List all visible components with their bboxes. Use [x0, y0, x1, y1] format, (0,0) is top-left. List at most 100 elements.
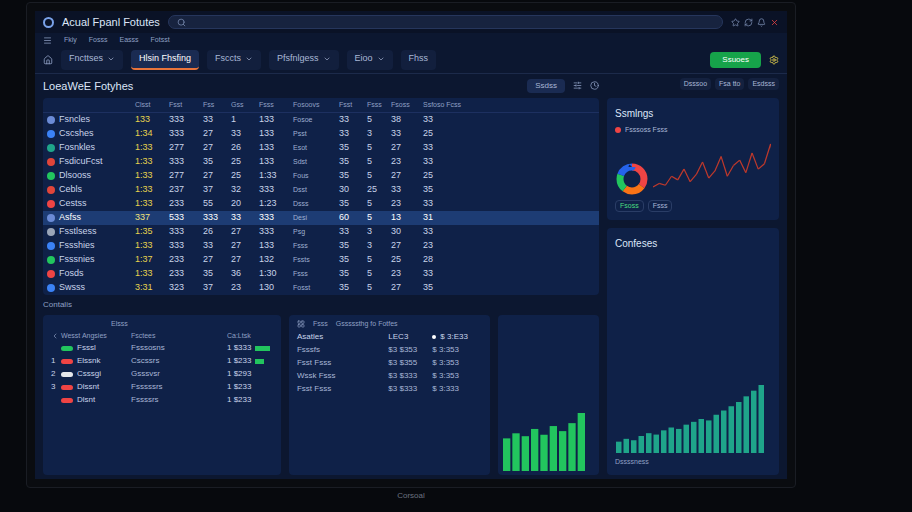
chart-segment [727, 165, 733, 176]
table-cell: 33 [231, 127, 259, 141]
table-cell: 30 [339, 183, 367, 197]
table-cell: 23 [391, 267, 423, 281]
ranking-row[interactable]: 2CsssgiGsssvsr1 $293 [51, 368, 273, 380]
filter-icon[interactable] [573, 81, 582, 90]
column-header[interactable]: Ssfoso Fcss [423, 100, 595, 111]
monitor-bezel: Acual Fpanl FotutesFkiyFosssEasssFotsstF… [26, 2, 796, 488]
chart-chip[interactable]: Fsoss [615, 200, 644, 213]
back-icon[interactable] [51, 332, 59, 340]
level-bar [255, 359, 263, 364]
ranking-row[interactable]: FssslFsssosns1 $333 [51, 342, 273, 354]
summary-row[interactable]: Fsst Fsss$3 $355$ 3:353 [297, 357, 482, 369]
table-cell: 333 [203, 211, 231, 225]
table-cell: 23 [391, 197, 423, 211]
table-row[interactable]: Fsssnies1:372332727132Fssts3552528 [43, 253, 599, 267]
table-row[interactable]: Fsstlsess1:353332627333Psg3333033 [43, 225, 599, 239]
settings-icon[interactable] [769, 55, 779, 65]
column-header[interactable]: Fsss [259, 100, 293, 111]
column-header: Wesst Angsies [61, 331, 131, 342]
table-row[interactable]: Cscshes1:343332733133Psst3333325 [43, 127, 599, 141]
menu-item[interactable]: Easss [120, 35, 139, 46]
home-icon[interactable] [43, 55, 53, 65]
menu-item[interactable]: Fkiy [64, 35, 77, 46]
app-logo-icon [43, 17, 54, 28]
chart-bar [676, 428, 682, 452]
table-cell: Esot [293, 143, 339, 154]
toolbar-button[interactable]: Ssuoes [710, 52, 761, 68]
grid-icon [297, 320, 305, 328]
chart-segment [684, 169, 690, 182]
chart-segment [690, 174, 696, 181]
table-row[interactable]: FsdicuFcst1:333333525133Sdst3552333 [43, 155, 599, 169]
tab[interactable]: Pfsfnlgess [269, 50, 339, 70]
table-row[interactable]: Dlsooss1:3327727251:33Fous3552725 [43, 169, 599, 183]
table-row[interactable]: Swsss3:313233723130Fosst3552735 [43, 281, 599, 295]
ranking-row[interactable]: 1ElssnkCscssrs1 $233 [51, 355, 273, 367]
column-header[interactable]: Fsoss [391, 100, 423, 111]
ranking-row[interactable]: 3DlssntFsssssrs1 $233 [51, 381, 273, 393]
table-cell: 233 [169, 267, 203, 281]
chart-bar [661, 430, 667, 453]
column-header[interactable]: Fsst [339, 100, 367, 111]
donut-chart [615, 162, 649, 196]
tab-bar: Fncttses Hlsin Fhsfing Fsccts Pfsfnlgess Eio… [35, 47, 787, 74]
chart-bar [631, 440, 637, 453]
column-header[interactable]: Fosoovs [293, 100, 339, 111]
table-row[interactable]: Fssshies1:333333327133Fsss3532723 [43, 239, 599, 253]
table-cell: Fssts [293, 255, 339, 266]
summary-row[interactable]: Fsst Fsss$3 $333$ 3:333 [297, 383, 482, 395]
tab[interactable]: Eioo [347, 50, 393, 70]
table-row[interactable]: Asfss33753333333333Desi6051331 [43, 211, 599, 225]
column-header[interactable]: Clsst [135, 100, 169, 111]
table-cell: 5 [367, 253, 391, 267]
table-row[interactable]: Fsncles133333331133Fosoe3353833 [43, 113, 599, 127]
row-icon [47, 256, 55, 264]
table-row[interactable]: Cestss1:3323355201:23Dsss3552333 [43, 197, 599, 211]
level-bar [255, 346, 269, 351]
table-cell: 1:30 [259, 267, 293, 281]
close-icon[interactable] [770, 18, 779, 27]
column-header[interactable]: Fsst [169, 100, 203, 111]
table-row[interactable]: Fosnkles1:332772726133Esot3552733 [43, 141, 599, 155]
summary-row[interactable]: Wssk Fsss$3 $333$ 3:353 [297, 370, 482, 382]
panel-button[interactable]: Fsa tto [715, 78, 744, 91]
table-cell: 35 [339, 267, 367, 281]
tab[interactable]: Fsccts [207, 50, 261, 70]
chart-segment [721, 156, 727, 176]
clock-icon[interactable] [590, 81, 599, 90]
table-cell: 33 [423, 225, 595, 239]
table-cell: 1:33 [135, 239, 169, 253]
menu-item[interactable]: Fosss [89, 35, 108, 46]
row-icon [47, 214, 55, 222]
column-header[interactable]: Fsss [367, 100, 391, 111]
refresh-icon[interactable] [744, 18, 753, 27]
tab[interactable]: Fncttses [61, 50, 123, 70]
bell-icon[interactable] [757, 18, 766, 27]
table-cell: 5 [367, 113, 391, 127]
table-action-button[interactable]: Ssdss [527, 79, 565, 93]
column-header[interactable]: Gss [231, 100, 259, 111]
table-cell: 35 [203, 267, 231, 281]
star-icon[interactable] [731, 18, 740, 27]
row-icon [47, 116, 55, 124]
menu-icon[interactable] [43, 36, 52, 45]
ranking-row[interactable]: DlsntFssssrs1 $233 [51, 394, 273, 406]
summary-row[interactable]: Fsssfs$3 $353$ 3:353 [297, 344, 482, 356]
table-row[interactable]: Fosds1:3323335361:30Fsss3552333 [43, 267, 599, 281]
panel-button[interactable]: Esdsss [748, 78, 779, 91]
chart-chip[interactable]: Fsss [648, 200, 673, 213]
column-header[interactable]: Fss [203, 100, 231, 111]
table-cell: 25 [423, 127, 595, 141]
tab[interactable]: Fhss [401, 50, 437, 70]
panel-button[interactable]: Dsssoo [680, 78, 711, 91]
tab[interactable]: Hlsin Fhsfing [131, 50, 199, 70]
table-row[interactable]: Cebls1:332373732333Dsst30253335 [43, 183, 599, 197]
chart-bar [684, 424, 690, 452]
row-name: FsdicuFcst [59, 155, 103, 169]
menu-item[interactable]: Fotsst [151, 35, 170, 46]
table-cell: 35 [339, 169, 367, 183]
window-title: Acual Fpanl Fotutes [62, 14, 160, 31]
search-field[interactable] [168, 15, 723, 29]
table-cell: 27 [391, 281, 423, 295]
table-cell: 1:33 [135, 169, 169, 183]
